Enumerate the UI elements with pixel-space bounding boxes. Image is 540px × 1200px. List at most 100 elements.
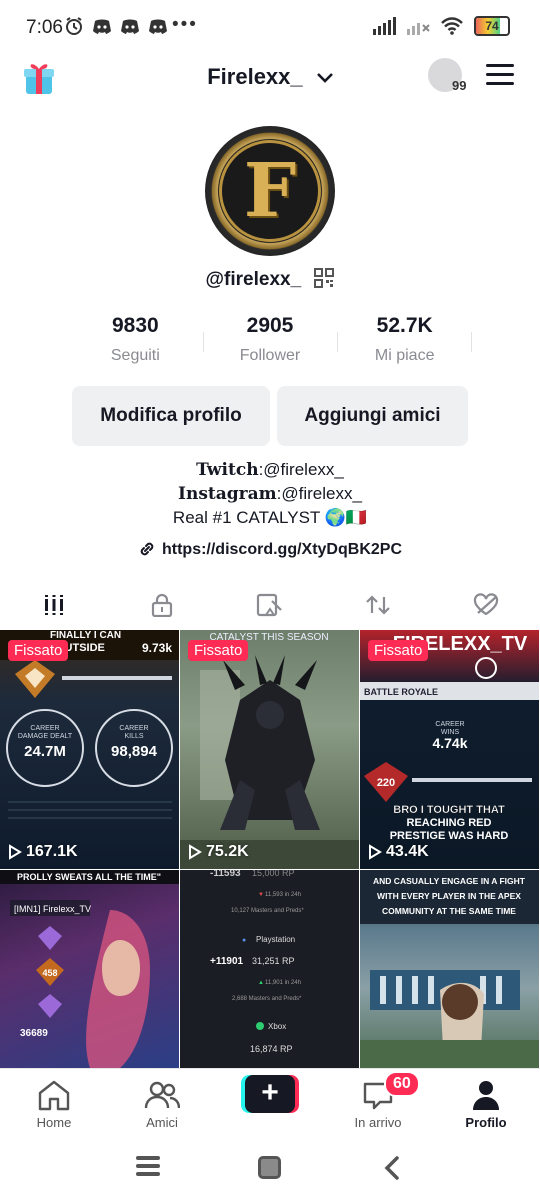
profile-link[interactable]: https://discord.gg/XtyDqBK2PC xyxy=(0,540,540,559)
play-icon xyxy=(9,844,22,860)
svg-text:2,688 Masters and Preds*: 2,688 Masters and Preds* xyxy=(232,996,302,1002)
qr-code-icon[interactable] xyxy=(314,268,335,288)
nav-profile[interactable]: Profilo xyxy=(432,1069,540,1136)
views-count: 167.1K xyxy=(26,843,78,860)
svg-text:16,874 RP: 16,874 RP xyxy=(250,1044,293,1054)
menu-icon[interactable] xyxy=(486,64,514,88)
signal-off-icon xyxy=(407,23,430,35)
status-icons-left xyxy=(64,16,168,36)
video-views: 43.4K xyxy=(368,843,429,861)
svg-text:CAREER: CAREER xyxy=(119,725,148,732)
svg-text:COMMUNITY AT THE SAME TIME: COMMUNITY AT THE SAME TIME xyxy=(382,906,516,916)
tab-tagged[interactable] xyxy=(216,584,324,626)
nav-create[interactable]: + xyxy=(216,1069,324,1136)
stat-likes[interactable]: 52.7K Mi piace xyxy=(337,314,472,374)
svg-text:11,901 in 24h: 11,901 in 24h xyxy=(265,980,301,986)
profile-stats: 9830 Seguiti 2905 Follower 52.7K Mi piac… xyxy=(68,314,472,374)
svg-text:Xbox: Xbox xyxy=(268,1022,286,1031)
svg-text:31,251 RP: 31,251 RP xyxy=(252,956,295,966)
svg-text:CAREER: CAREER xyxy=(435,721,464,728)
tab-private[interactable] xyxy=(108,584,216,626)
liked-hidden-icon xyxy=(473,593,499,616)
bio-instagram-label: Instagram xyxy=(178,484,277,504)
video-thumbnail[interactable]: PROLLY SWEATS ALL THE TIME" [IMN1] Firel… xyxy=(0,870,179,1068)
svg-text:11,593 in 24h: 11,593 in 24h xyxy=(265,892,301,898)
svg-text:98,894: 98,894 xyxy=(111,743,158,760)
battery-level: 74 xyxy=(485,19,499,33)
svg-text:PRESTIGE WAS HARD: PRESTIGE WAS HARD xyxy=(390,830,509,842)
battery-indicator: 74 xyxy=(474,16,510,36)
recent-apps-icon[interactable] xyxy=(136,1156,160,1180)
profile-avatar[interactable]: F xyxy=(205,126,335,256)
svg-text:KILLS: KILLS xyxy=(124,733,143,740)
svg-text:-11593: -11593 xyxy=(210,870,241,879)
views-count: 75.2K xyxy=(206,843,249,860)
stat-followers[interactable]: 2905 Follower xyxy=(202,314,338,374)
add-friends-button[interactable]: Aggiungi amici xyxy=(277,386,468,446)
nav-friends[interactable]: Amici xyxy=(108,1069,216,1136)
svg-text:10,127 Masters and Preds*: 10,127 Masters and Preds* xyxy=(231,908,304,914)
inbox-badge: 60 xyxy=(384,1071,420,1097)
profile-icon xyxy=(473,1081,499,1110)
back-icon[interactable] xyxy=(384,1156,400,1180)
home-icon xyxy=(38,1080,70,1111)
discord-icon xyxy=(93,19,111,34)
link-icon xyxy=(140,542,154,556)
edit-profile-button[interactable]: Modifica profilo xyxy=(72,386,270,446)
header-username: Firelexx_ xyxy=(207,64,303,89)
home-button-icon[interactable] xyxy=(258,1156,281,1179)
views-count: 43.4K xyxy=(386,843,429,860)
svg-text:36689: 36689 xyxy=(20,1028,48,1039)
video-thumbnail[interactable]: FIRELEXX_TV BATTLE ROYALE CAREER WINS 4.… xyxy=(360,630,539,869)
svg-text:▼: ▼ xyxy=(258,892,264,898)
bio-instagram-handle: :@firelexx_ xyxy=(276,484,362,503)
nav-home[interactable]: Home xyxy=(0,1069,108,1136)
video-views: 167.1K xyxy=(8,843,78,861)
tab-reposts[interactable] xyxy=(324,584,432,626)
svg-text:REACHING RED: REACHING RED xyxy=(407,817,492,829)
discord-icon xyxy=(149,19,167,34)
plus-icon: + xyxy=(245,1075,295,1113)
svg-text:Playstation: Playstation xyxy=(256,935,295,944)
bio-twitch-label: Twitch xyxy=(196,460,259,480)
profile-visitors-button[interactable]: 99 xyxy=(428,58,472,98)
more-notifications-dots: ••• xyxy=(172,14,198,35)
alarm-icon xyxy=(66,17,82,35)
stat-value: 9830 xyxy=(111,314,159,337)
video-thumbnail[interactable]: -11593 15,000 RP ▼ 11,593 in 24h 10,127 … xyxy=(180,870,359,1068)
svg-text:24.7M: 24.7M xyxy=(24,743,66,760)
stat-value: 52.7K xyxy=(376,314,433,337)
video-thumbnail[interactable]: FINALLY I CAN OUTSIDE 9.73k CAREER DAMAG… xyxy=(0,630,179,869)
svg-text:WITH EVERY PLAYER IN THE APEX: WITH EVERY PLAYER IN THE APEX xyxy=(377,891,521,901)
svg-text:[IMN1] Firelexx_TV: [IMN1] Firelexx_TV xyxy=(14,904,91,914)
nav-label: In arrivo xyxy=(354,1115,402,1130)
create-button[interactable]: + xyxy=(241,1075,299,1113)
video-stat: 9.73k xyxy=(142,641,172,655)
svg-text:▲: ▲ xyxy=(258,980,264,986)
video-stat: 4.74k xyxy=(432,735,467,751)
video-thumbnail[interactable]: CATALYST THIS SEASON Fissato 75.2K xyxy=(180,630,359,869)
video-thumbnail[interactable]: AND CASUALLY ENGAGE IN A FIGHT WITH EVER… xyxy=(360,870,539,1068)
svg-text:15,000 RP: 15,000 RP xyxy=(252,870,295,878)
nav-label: Amici xyxy=(146,1115,178,1130)
video-caption-top: PROLLY SWEATS ALL THE TIME" xyxy=(17,872,161,882)
status-icons-right: 74 xyxy=(372,16,510,36)
lock-icon xyxy=(151,593,173,617)
visitors-count: 99 xyxy=(452,78,467,93)
stat-value: 2905 xyxy=(246,314,294,337)
video-caption-top: AND CASUALLY ENGAGE IN A FIGHT xyxy=(373,876,526,886)
stat-following[interactable]: 9830 Seguiti xyxy=(68,314,203,374)
tab-videos[interactable] xyxy=(0,584,108,626)
nav-label: Profilo xyxy=(465,1115,507,1130)
nav-inbox[interactable]: 60 In arrivo xyxy=(324,1069,432,1136)
tab-liked[interactable] xyxy=(432,584,540,626)
wifi-icon xyxy=(441,17,463,35)
profile-tabs xyxy=(0,584,540,626)
profile-link-text: https://discord.gg/XtyDqBK2PC xyxy=(161,541,402,558)
bottom-navigation: Home Amici + 60 In arrivo Profilo xyxy=(0,1068,540,1136)
system-navigation xyxy=(0,1138,540,1200)
stat-label: Follower xyxy=(239,347,301,364)
pinned-badge: Fissato xyxy=(368,640,429,661)
profile-handle: @firelexx_ xyxy=(205,269,302,290)
nav-label: Home xyxy=(36,1115,72,1130)
